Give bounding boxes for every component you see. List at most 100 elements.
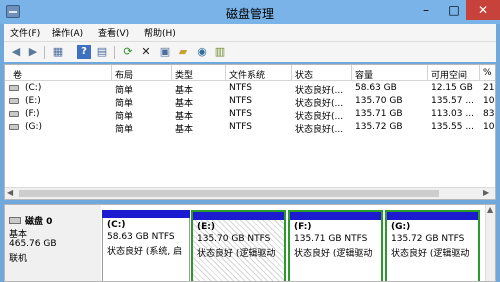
partition-e[interactable]: (E:) 135.70 GB NTFS 状态良好 (逻辑驱动: [191, 210, 286, 281]
title-bar: 磁盘管理 – □ ✕: [0, 0, 500, 24]
capacity-cell: 135.72 GB: [355, 122, 403, 132]
percent-cell: 10: [483, 96, 495, 106]
toolbar-divider: [114, 46, 115, 59]
menu-view[interactable]: 查看(V): [98, 26, 129, 39]
disk-info-panel[interactable]: 磁盘 0 基本 465.76 GB 联机: [5, 205, 101, 281]
volume-cell: (G:): [25, 122, 43, 132]
table-row[interactable]: (F:) 简单 基本 NTFS 状态良好(... 135.71 GB 113.0…: [5, 108, 495, 122]
column-header-type[interactable]: 类型: [175, 68, 193, 81]
menu-bar: 文件(F) 操作(A) 查看(V) 帮助(H): [4, 24, 496, 41]
table-row[interactable]: (E:) 简单 基本 NTFS 状态良好(... 135.70 GB 135.5…: [5, 95, 495, 109]
column-header-layout[interactable]: 布局: [115, 68, 133, 81]
disk-status: 联机: [9, 254, 28, 264]
toolbar: ◀ ▶ ▦ ? ▤ ⟳ ✕ ▣ ▰ ◉ ▥: [4, 41, 496, 62]
capacity-cell: 135.71 GB: [355, 109, 403, 119]
column-header-free-space[interactable]: 可用空间: [431, 68, 467, 81]
scroll-right-icon[interactable]: ▶: [483, 188, 489, 197]
maximize-button[interactable]: □: [440, 0, 468, 20]
column-header-filesystem[interactable]: 文件系统: [229, 68, 265, 81]
drive-icon: [9, 85, 19, 91]
settings-disk-icon[interactable]: ▥: [213, 45, 227, 59]
free-space-cell: 113.03 ...: [431, 109, 474, 119]
column-divider[interactable]: [427, 65, 428, 81]
partition-bar: [387, 212, 478, 220]
drive-icon: [9, 124, 19, 130]
partition-size: 135.71 GB NTFS: [294, 234, 368, 244]
delete-icon[interactable]: ✕: [139, 45, 153, 59]
partition-status: 状态良好 (逻辑驱动: [294, 249, 373, 259]
partition-label: (C:): [107, 220, 126, 230]
volume-cell: (F:): [25, 109, 40, 119]
menu-action[interactable]: 操作(A): [52, 26, 83, 39]
volume-cell: (E:): [25, 96, 41, 106]
menu-file[interactable]: 文件(F): [10, 26, 40, 39]
column-divider[interactable]: [171, 65, 172, 81]
vertical-scrollbar[interactable]: ▲: [485, 205, 495, 281]
minimize-button[interactable]: –: [412, 0, 440, 20]
partition-body: (F:) 135.71 GB NTFS 状态良好 (逻辑驱动: [290, 220, 381, 281]
horizontal-scrollbar[interactable]: ◀ ▶: [5, 187, 495, 199]
column-divider[interactable]: [351, 65, 352, 81]
partition-body: (E:) 135.70 GB NTFS 状态良好 (逻辑驱动: [193, 220, 284, 281]
partition-body: (C:) 58.63 GB NTFS 状态良好 (系统, 启: [102, 218, 190, 281]
column-header-percent[interactable]: %: [483, 68, 492, 78]
column-header-capacity[interactable]: 容量: [355, 68, 373, 81]
partition-status: 状态良好 (逻辑驱动: [197, 249, 276, 259]
forward-icon[interactable]: ▶: [26, 45, 40, 59]
partition-f[interactable]: (F:) 135.71 GB NTFS 状态良好 (逻辑驱动: [288, 210, 383, 281]
partition-size: 58.63 GB NTFS: [107, 232, 175, 242]
filesystem-cell: NTFS: [229, 109, 252, 119]
drive-icon: [9, 111, 19, 117]
search-disk-icon[interactable]: ◉: [195, 45, 209, 59]
table-header: 卷 布局 类型 文件系统 状态 容量 可用空间 %: [5, 65, 495, 81]
partition-label: (E:): [197, 222, 215, 232]
column-header-status[interactable]: 状态: [295, 68, 313, 81]
column-divider[interactable]: [225, 65, 226, 81]
filesystem-cell: NTFS: [229, 83, 252, 93]
partition-bar: [290, 212, 381, 220]
type-cell: 基本: [175, 125, 194, 135]
export-icon[interactable]: ▣: [158, 45, 172, 59]
column-header-volume[interactable]: 卷: [13, 68, 22, 81]
partition-g[interactable]: (G:) 135.72 GB NTFS 状态良好 (逻辑驱动: [385, 210, 480, 281]
column-divider[interactable]: [111, 65, 112, 81]
filesystem-cell: NTFS: [229, 122, 252, 132]
percent-cell: 21: [483, 83, 495, 93]
partition-size: 135.70 GB NTFS: [197, 234, 271, 244]
toolbar-divider: [44, 46, 45, 59]
column-divider[interactable]: [479, 65, 480, 81]
close-button[interactable]: ✕: [466, 0, 500, 20]
folder-open-icon[interactable]: ▰: [176, 45, 190, 59]
console-tree-icon[interactable]: ▦: [51, 45, 65, 59]
drive-icon: [9, 98, 19, 104]
scroll-left-icon[interactable]: ◀: [7, 188, 13, 197]
status-cell: 状态良好(...: [295, 125, 344, 135]
partition-status: 状态良好 (系统, 启: [107, 247, 183, 257]
partition-size: 135.72 GB NTFS: [391, 234, 465, 244]
capacity-cell: 135.70 GB: [355, 96, 403, 106]
partition-c[interactable]: (C:) 58.63 GB NTFS 状态良好 (系统, 启: [102, 210, 190, 281]
table-row[interactable]: (C:) 简单 基本 NTFS 状态良好(... 58.63 GB 12.15 …: [5, 82, 495, 96]
menu-help[interactable]: 帮助(H): [144, 26, 176, 39]
volume-cell: (C:): [25, 83, 42, 93]
partition-label: (F:): [294, 222, 312, 232]
free-space-cell: 12.15 GB: [431, 83, 473, 93]
volume-list: 卷 布局 类型 文件系统 状态 容量 可用空间 % (C:) 简单 基本 NTF…: [4, 64, 496, 200]
column-divider[interactable]: [291, 65, 292, 81]
partition-body: (G:) 135.72 GB NTFS 状态良好 (逻辑驱动: [387, 220, 478, 281]
refresh-icon[interactable]: ⟳: [121, 45, 135, 59]
free-space-cell: 135.57 ...: [431, 96, 474, 106]
scroll-thumb[interactable]: [19, 190, 439, 197]
disk-graphical-view: 磁盘 0 基本 465.76 GB 联机 (C:) 58.63 GB NTFS …: [4, 204, 496, 282]
partition-bar: [193, 212, 284, 220]
scroll-up-icon[interactable]: ▲: [487, 205, 493, 214]
properties-icon[interactable]: ▤: [95, 45, 109, 59]
capacity-cell: 58.63 GB: [355, 83, 397, 93]
table-row[interactable]: (G:) 简单 基本 NTFS 状态良好(... 135.72 GB 135.5…: [5, 121, 495, 135]
free-space-cell: 135.55 ...: [431, 122, 474, 132]
layout-cell: 简单: [115, 125, 134, 135]
help-icon[interactable]: ?: [77, 45, 91, 59]
hard-disk-icon: [9, 217, 21, 224]
back-icon[interactable]: ◀: [9, 45, 23, 59]
partition-label: (G:): [391, 222, 411, 232]
